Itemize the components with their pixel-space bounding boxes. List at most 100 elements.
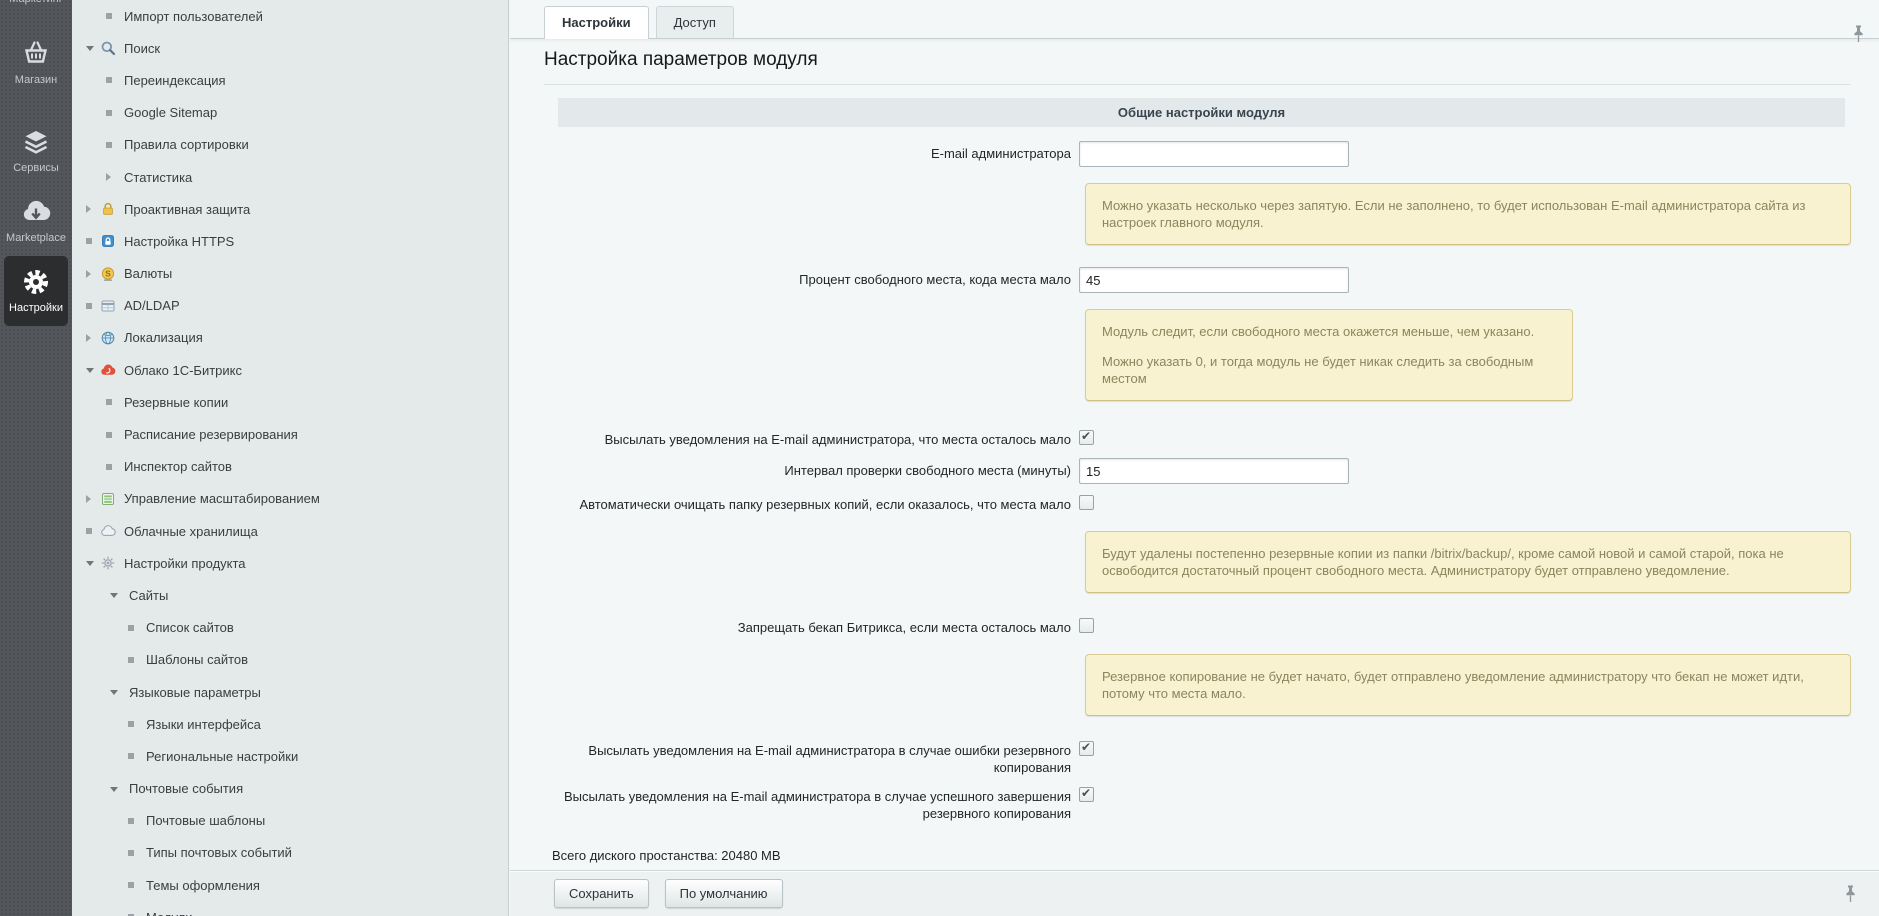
menu-item-label: Список сайтов [146,620,234,635]
layers-icon [20,126,52,158]
notify-backup-error-checkbox[interactable] [1079,741,1094,756]
menu-item[interactable]: Проактивная защита [72,193,508,225]
field-label: Высылать уведомления на E-mail администр… [544,738,1071,776]
form-row: Высылать уведомления на E-mail администр… [544,784,1850,822]
bullet-icon [106,432,112,438]
footer-toolbar: Сохранить По умолчанию [510,870,1879,916]
hint-text: Можно указать несколько через запятую. Е… [1102,197,1834,231]
menu-item-label: Облачные хранилища [124,524,258,539]
menu-item[interactable]: Статистика [72,161,508,193]
menu-item[interactable]: Google Sitemap [72,97,508,129]
hint-text: Резервное копирование не будет начато, б… [1102,668,1834,702]
chevron-down-icon[interactable] [86,368,94,373]
pin-icon-top[interactable] [1852,24,1865,49]
bullet-icon [106,13,112,19]
menu-item[interactable]: Языковые параметры [72,676,508,708]
forbid-backup-checkbox[interactable] [1079,618,1094,633]
menu-item[interactable]: Темы оформления [72,869,508,901]
menu-item-label: Темы оформления [146,878,260,893]
chevron-down-icon[interactable] [86,561,94,566]
menu-item[interactable]: Резервные копии [72,386,508,418]
email-admin-input[interactable] [1079,141,1349,167]
menu-item[interactable]: AD/LDAP [72,290,508,322]
menu-item[interactable]: Правила сортировки [72,129,508,161]
menu-item[interactable]: Региональные настройки [72,740,508,772]
check-interval-input[interactable] [1079,458,1349,484]
rail-item-services[interactable]: Сервисы [0,126,72,174]
menu-item[interactable]: Управление масштабированием [72,483,508,515]
menu-item[interactable]: Шаблоны сайтов [72,644,508,676]
field-control [1079,141,1349,167]
form-row: E-mail администратора [544,141,1850,167]
hint-text: Будут удалены постепенно резервные копии… [1102,545,1834,579]
menu-item[interactable]: Переиндексация [72,64,508,96]
menu-item[interactable]: Настройки продукта [72,547,508,579]
field-label: Запрещать бекап Битрикса, если места ост… [544,615,1071,636]
menu-item[interactable]: Импорт пользователей [72,0,508,32]
field-control [1079,458,1349,484]
auto-clean-backups-checkbox[interactable] [1079,495,1094,510]
form-row: Автоматически очищать папку резервных ко… [544,492,1850,515]
bullet-icon [106,142,112,148]
menu-item-label: Шаблоны сайтов [146,652,248,667]
free-space-percent-input[interactable] [1079,267,1349,293]
rail-item-marketing-cutoff[interactable]: Маркетинг [0,0,72,5]
chevron-down-icon[interactable] [110,593,118,598]
bullet-icon [86,528,92,534]
notify-low-space-checkbox[interactable] [1079,430,1094,445]
menu-item[interactable]: Модули [72,901,508,916]
menu-item[interactable]: Почтовые события [72,773,508,805]
menu-item-label: Настройка HTTPS [124,234,234,249]
menu-item[interactable]: Расписание резервирования [72,418,508,450]
rail-item-shop[interactable]: Магазин [0,38,72,86]
form-row: Высылать уведомления на E-mail администр… [544,738,1850,776]
pin-icon-bottom[interactable] [1844,884,1857,909]
chevron-down-icon[interactable] [86,46,94,51]
form-row: Процент свободного места, кода места мал… [544,267,1850,293]
hint-note: Резервное копирование не будет начато, б… [1085,654,1851,716]
page-title: Настройка параметров модуля [544,49,1879,71]
bitrix-cloud-icon [100,362,116,378]
form-row: Интервал проверки свободного места (мину… [544,458,1850,484]
rail-item-settings[interactable]: Настройки [4,256,68,326]
tab-settings[interactable]: Настройки [544,6,649,39]
default-button[interactable]: По умолчанию [665,879,783,908]
menu-item-label: Языковые параметры [129,685,261,700]
chevron-down-icon[interactable] [110,787,118,792]
menu-item[interactable]: Локализация [72,322,508,354]
menu-item[interactable]: Инспектор сайтов [72,451,508,483]
menu-item[interactable]: Сайты [72,579,508,611]
menu-item-label: Статистика [124,170,192,185]
menu-item[interactable]: Облачные хранилища [72,515,508,547]
settings-tree-menu: Импорт пользователейПоискПереиндексацияG… [72,0,509,916]
chevron-right-icon[interactable] [86,334,91,342]
lock-icon [100,201,116,217]
https-icon [100,233,116,249]
menu-item[interactable]: Типы почтовых событий [72,837,508,869]
tab-access[interactable]: Доступ [656,6,734,38]
menu-item[interactable]: Поиск [72,32,508,64]
menu-item[interactable]: SВалюты [72,258,508,290]
hint-note: Будут удалены постепенно резервные копии… [1085,531,1851,593]
rail-item-marketplace[interactable]: Marketplace [0,196,72,244]
chevron-right-icon[interactable] [106,173,111,181]
field-control [1079,784,1094,807]
rail-item-label: Marketplace [6,232,66,244]
menu-item[interactable]: Список сайтов [72,612,508,644]
menu-item[interactable]: Настройка HTTPS [72,225,508,257]
currency-icon: S [100,266,116,282]
notify-backup-success-checkbox[interactable] [1079,787,1094,802]
chevron-right-icon[interactable] [86,270,91,278]
chevron-right-icon[interactable] [86,205,91,213]
save-button[interactable]: Сохранить [554,879,649,908]
menu-item[interactable]: Облако 1С-Битрикс [72,354,508,386]
chevron-down-icon[interactable] [110,690,118,695]
menu-item[interactable]: Языки интерфейса [72,708,508,740]
menu-item[interactable]: Почтовые шаблоны [72,805,508,837]
main-content: НастройкиДоступ Настройка параметров мод… [510,0,1879,916]
chevron-right-icon[interactable] [86,495,91,503]
menu-item-label: Языки интерфейса [146,717,261,732]
tabbar: НастройкиДоступ [510,0,1879,39]
bullet-icon [128,753,134,759]
bullet-icon [128,721,134,727]
